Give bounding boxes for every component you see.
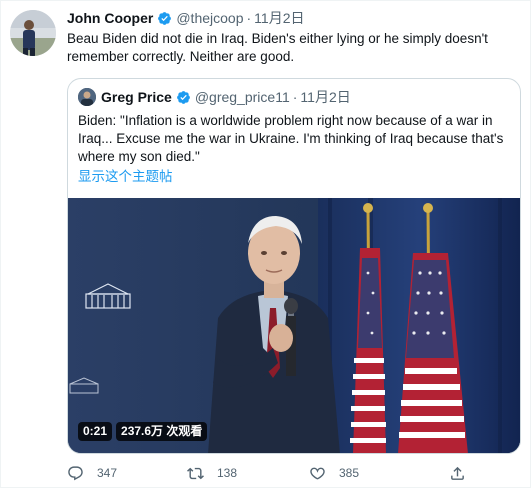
verified-badge-icon xyxy=(176,90,190,104)
video-frame xyxy=(68,198,520,453)
reply-count: 347 xyxy=(97,466,118,480)
like-count: 385 xyxy=(339,466,360,480)
author-name[interactable]: John Cooper xyxy=(67,10,153,26)
tweet-header: John Cooper @thejcoop · 11月2日 xyxy=(67,9,305,27)
tweet-date[interactable]: 11月2日 xyxy=(254,8,304,28)
reply-icon xyxy=(68,465,83,480)
like-icon xyxy=(310,467,325,479)
show-thread-link[interactable]: 显示这个主题帖 xyxy=(78,168,173,186)
verified-badge-icon xyxy=(158,11,172,25)
tweet-card[interactable]: John Cooper @thejcoop · 11月2日 Beau Biden… xyxy=(0,0,531,488)
video-info-badges: 0:21 237.6万 次观看 xyxy=(78,422,208,441)
like-button[interactable]: 385 xyxy=(309,463,359,483)
video-view-count: 237.6万 次观看 xyxy=(116,422,208,441)
retweet-count: 138 xyxy=(217,466,238,480)
tweet-actions: 347 138 385 xyxy=(67,463,517,483)
author-avatar[interactable] xyxy=(10,10,56,56)
quoted-tweet-date: 11月2日 xyxy=(300,89,351,105)
author-handle[interactable]: @thejcoop xyxy=(176,10,243,26)
separator-dot: · xyxy=(292,89,298,105)
video-duration: 0:21 xyxy=(78,422,113,441)
separator-dot: · xyxy=(246,10,252,26)
tweet-text: Beau Biden did not die in Iraq. Biden's … xyxy=(67,31,488,64)
quoted-author-avatar xyxy=(78,88,96,106)
share-icon xyxy=(451,466,464,480)
quoted-tweet[interactable]: Greg Price @greg_price11 · 11月2日 Biden: … xyxy=(67,78,521,454)
retweet-icon xyxy=(187,467,204,479)
retweet-button[interactable]: 138 xyxy=(187,463,237,483)
share-button[interactable] xyxy=(449,463,479,483)
quoted-tweet-header: Greg Price @greg_price11 · 11月2日 xyxy=(78,88,351,106)
reply-button[interactable]: 347 xyxy=(67,463,117,483)
video-player[interactable]: 0:21 237.6万 次观看 xyxy=(68,198,520,453)
quoted-tweet-text: Biden: "Inflation is a worldwide problem… xyxy=(78,113,504,164)
quoted-author-handle: @greg_price11 xyxy=(194,89,290,105)
quoted-author-name: Greg Price xyxy=(101,89,172,105)
